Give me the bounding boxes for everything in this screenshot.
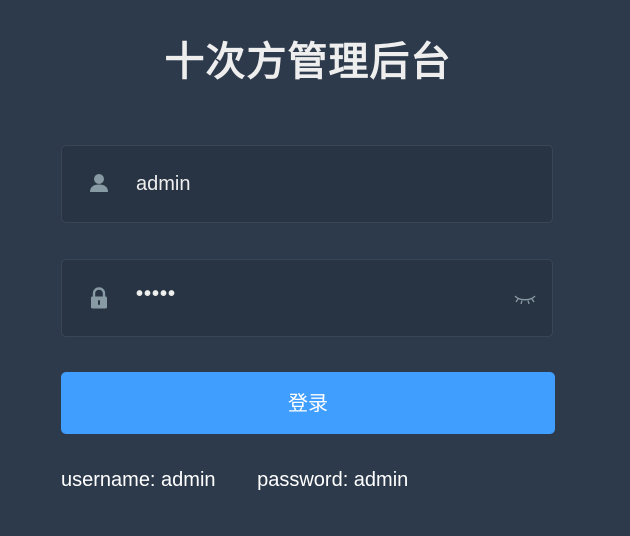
login-tips: username: admin password: admin xyxy=(61,466,408,494)
login-page: 十次方管理后台 登录 xyxy=(0,0,630,536)
page-title: 十次方管理后台 xyxy=(164,39,452,85)
login-button[interactable]: 登录 xyxy=(61,372,555,434)
password-field[interactable] xyxy=(61,256,553,337)
eye-closed-icon[interactable] xyxy=(512,287,538,311)
password-tip: password: admin xyxy=(257,469,409,491)
username-field[interactable] xyxy=(61,145,553,223)
password-input[interactable] xyxy=(136,256,496,332)
user-icon xyxy=(86,171,112,197)
username-input[interactable] xyxy=(136,146,496,222)
username-tip: username: admin xyxy=(61,469,216,491)
lock-icon xyxy=(86,285,112,311)
